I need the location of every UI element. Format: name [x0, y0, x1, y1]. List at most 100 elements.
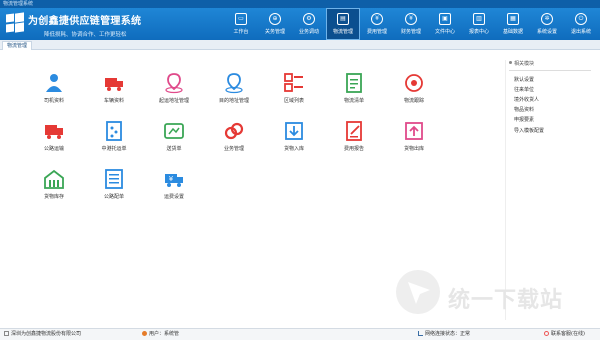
folder-icon: ▣	[439, 13, 451, 25]
nav-item-8[interactable]: ▦ 基础数据	[496, 8, 530, 40]
module-tile[interactable]: ¥ 运费设置	[146, 168, 202, 208]
stock-out-icon	[405, 122, 423, 140]
module-tile-label: 物流跟踪	[403, 98, 424, 104]
app-header: 为创鑫捷供应链管理系统 降低损耗、协调合作、工作更轻松 ▭ 工作台 ⊕ 关务管理 ⚙ 业务…	[0, 8, 600, 40]
freight-setting-icon: ¥	[165, 174, 183, 187]
side-item-overseas-consignee[interactable]: 境外收货人	[506, 94, 595, 104]
expense-report-icon	[346, 121, 362, 141]
module-tile-label: 目的地址管理	[218, 98, 249, 104]
user-icon	[142, 331, 147, 336]
module-tile-label: 运费设置	[163, 194, 184, 200]
side-item-goods-data[interactable]: 物品资料	[506, 105, 595, 115]
status-bar: 深圳为创鑫捷物流股份有限公司 用户：系统管 网络连接状态：正常 联系客服(在线)	[0, 328, 600, 340]
stock-in-icon	[285, 122, 303, 140]
monitor-icon: ▭	[235, 13, 247, 25]
status-network: 网络连接状态：正常	[418, 329, 470, 340]
status-user: 用户：系统管	[142, 329, 179, 340]
nav-item-4[interactable]: ¥ 费用管理	[360, 8, 394, 40]
nav-item-label: 业务调动	[298, 29, 319, 35]
driver-icon	[46, 74, 62, 92]
module-tile[interactable]: 区域列表	[266, 72, 322, 112]
module-tile-label: 区域列表	[283, 98, 304, 104]
nav-item-1[interactable]: ⊕ 关务管理	[258, 8, 292, 40]
vehicle-icon	[105, 78, 123, 91]
module-tile-label: 公路配单	[103, 194, 124, 200]
module-tile[interactable]: 公路配单	[86, 168, 142, 208]
svg-text:¥: ¥	[169, 175, 174, 183]
delivery-note-icon	[164, 123, 184, 139]
region-list-icon	[284, 73, 303, 92]
module-tile[interactable]: 送货单	[146, 120, 202, 160]
module-tile-label: 物流清单	[343, 98, 364, 104]
nav-item-label: 文件中心	[434, 29, 455, 35]
module-tile-label: 货物出库	[403, 146, 424, 152]
module-tile-label: 车辆资料	[103, 98, 124, 104]
module-tile[interactable]: 车辆资料	[86, 72, 142, 112]
nav-item-3[interactable]: ▤ 物流管理	[326, 8, 360, 40]
database-icon: ▦	[507, 13, 519, 25]
nav-item-label: 费用管理	[366, 29, 387, 35]
destination-location-icon	[225, 73, 243, 94]
app-title: 为创鑫捷供应链管理系统	[28, 16, 142, 27]
nav-item-label: 退出系统	[570, 29, 591, 35]
road-dispatch-icon	[105, 169, 123, 189]
finance-icon: ¥	[405, 13, 417, 25]
module-tile-label: 公路运输	[43, 146, 64, 152]
top-nav: ▭ 工作台 ⊕ 关务管理 ⚙ 业务调动 ▤ 物流管理 ¥ 费用管理 ¥ 财务管理 ▣ 文件中心 ▥ 报表中心 ▦…	[224, 8, 598, 40]
signal-icon	[418, 331, 423, 336]
nav-item-label: 关务管理	[264, 29, 285, 35]
module-tile[interactable]: 货物库存	[26, 168, 82, 208]
watermark: 统一下载站	[394, 268, 594, 318]
nav-item-7[interactable]: ▥ 报表中心	[462, 8, 496, 40]
module-tile[interactable]: 物流清单	[326, 72, 382, 112]
module-tile[interactable]: 起运地址管理	[146, 72, 202, 112]
nav-item-5[interactable]: ¥ 财务管理	[394, 8, 428, 40]
company-icon	[4, 331, 9, 336]
truck-icon: ▤	[337, 13, 349, 25]
nav-item-2[interactable]: ⚙ 业务调动	[292, 8, 326, 40]
tab-logistics[interactable]: 物流管理	[2, 41, 33, 50]
road-transport-icon	[45, 125, 63, 139]
nav-item-label: 基础数据	[502, 29, 523, 35]
module-tile[interactable]: 货物出库	[386, 120, 442, 160]
side-item-declaration-elements[interactable]: 申报要素	[506, 115, 595, 125]
module-tile[interactable]: 目的地址管理	[206, 72, 262, 112]
side-item-default-settings[interactable]: 默认设置	[506, 74, 595, 84]
nav-item-0[interactable]: ▭ 工作台	[224, 8, 258, 40]
module-tile[interactable]: 中港托运单	[86, 120, 142, 160]
nav-item-label: 系统设置	[536, 29, 557, 35]
nav-item-9[interactable]: ✲ 系统设置	[530, 8, 564, 40]
status-contact[interactable]: 联系客服(在线)	[544, 329, 585, 340]
side-item-import-template[interactable]: 导入模板配置	[506, 125, 595, 135]
module-tile-label: 起运地址管理	[158, 98, 189, 104]
module-tile-label: 货物库存	[43, 194, 64, 200]
business-link-icon	[224, 122, 244, 140]
nav-item-6[interactable]: ▣ 文件中心	[428, 8, 462, 40]
tracking-icon	[405, 74, 423, 92]
business-icon: ⚙	[303, 13, 315, 25]
pickup-location-icon	[165, 73, 183, 94]
module-tile-label: 司机资料	[43, 98, 64, 104]
customs-icon: ⊕	[269, 13, 281, 25]
yen-icon: ¥	[371, 13, 383, 25]
related-modules-title: 相关模块	[506, 60, 595, 67]
power-icon: ⏻	[575, 13, 587, 25]
module-tile[interactable]: 物流跟踪	[386, 72, 442, 112]
tab-bar: 物流管理	[0, 40, 600, 50]
module-tile[interactable]: 公路运输	[26, 120, 82, 160]
module-tile[interactable]: 费用报告	[326, 120, 382, 160]
module-tile-label: 业务管理	[223, 146, 244, 152]
module-tile[interactable]: 业务管理	[206, 120, 262, 160]
module-tile-label: 货物入库	[283, 146, 304, 152]
watermark-logo-icon	[396, 270, 440, 314]
inventory-icon	[44, 169, 64, 189]
nav-item-10[interactable]: ⏻ 退出系统	[564, 8, 598, 40]
nav-item-label: 财务管理	[400, 29, 421, 35]
nav-item-label: 工作台	[233, 29, 249, 35]
module-tile[interactable]: 货物入库	[266, 120, 322, 160]
module-tile-label: 送货单	[166, 146, 182, 152]
nav-item-label: 物流管理	[332, 29, 353, 35]
side-item-partners[interactable]: 往来单位	[506, 84, 595, 94]
module-tile[interactable]: 司机资料	[26, 72, 82, 112]
window-title: 物流管理系统	[3, 1, 34, 7]
